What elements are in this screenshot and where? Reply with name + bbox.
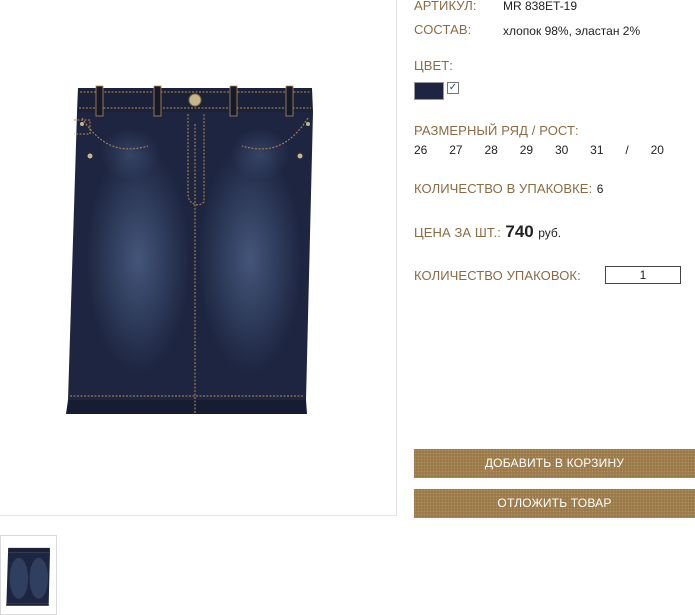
postpone-item-button[interactable]: ОТЛОЖИТЬ ТОВАР	[414, 489, 695, 518]
pack-quantity-value: 6	[596, 182, 604, 196]
size-item: 27	[449, 143, 463, 157]
price-label: ЦЕНА ЗА ШТ.:	[414, 225, 501, 240]
size-separator: /	[625, 143, 629, 157]
color-label: ЦВЕТ:	[414, 58, 454, 73]
pack-quantity: КОЛИЧЕСТВО В УПАКОВКЕ: 6	[414, 180, 603, 198]
add-to-cart-button[interactable]: ДОБАВИТЬ В КОРЗИНУ	[414, 449, 695, 478]
pack-quantity-label: КОЛИЧЕСТВО В УПАКОВКЕ:	[414, 181, 593, 196]
price-value: 740	[505, 222, 534, 241]
product-main-image[interactable]	[0, 0, 397, 516]
composition-label: СОСТАВ:	[414, 22, 472, 37]
color-swatch[interactable]	[414, 82, 444, 100]
article-value: MR 838ET-19	[503, 0, 578, 13]
packs-quantity-label: КОЛИЧЕСТВО УПАКОВОК:	[414, 268, 581, 283]
size-item: 26	[414, 143, 428, 157]
size-item: 28	[484, 143, 498, 157]
size-range-label: РАЗМЕРНЫЙ РЯД / РОСТ:	[414, 123, 579, 138]
size-item: 20	[650, 143, 664, 157]
size-list: 26 27 28 29 30 31 / 20	[414, 143, 664, 157]
price-currency: руб.	[538, 226, 562, 240]
size-item: 29	[519, 143, 534, 157]
packs-quantity-input[interactable]	[605, 266, 681, 284]
denim-skirt-image	[66, 85, 313, 414]
article-label: АРТИКУЛ:	[414, 0, 477, 13]
color-checkbox[interactable]: ✓	[447, 82, 459, 94]
product-thumbnail[interactable]	[0, 535, 57, 615]
size-item: 30	[554, 143, 569, 157]
composition-value: хлопок 98%, эластан 2%	[503, 24, 641, 38]
size-item: 31	[590, 143, 604, 157]
price: ЦЕНА ЗА ШТ.: 740 руб.	[414, 222, 561, 242]
denim-skirt-thumbnail	[6, 547, 50, 606]
